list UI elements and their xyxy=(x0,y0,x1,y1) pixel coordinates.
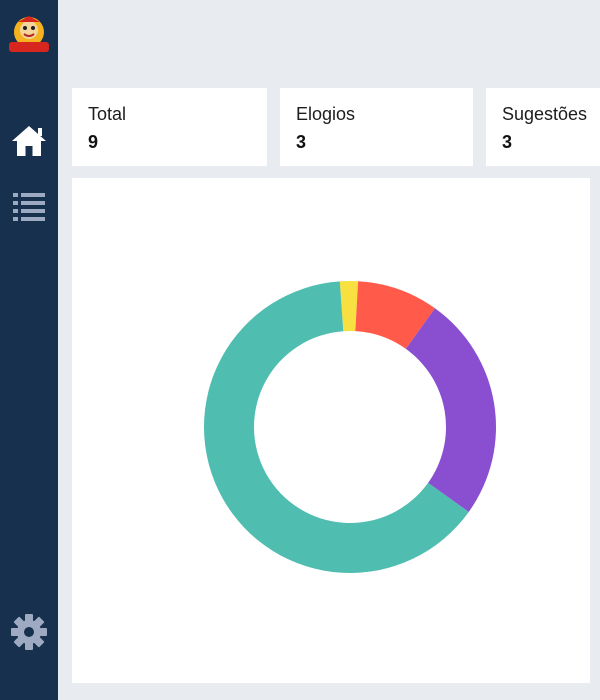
main-content: Total 9 Elogios 3 Sugestões 3 xyxy=(58,0,600,700)
sidebar-item-home[interactable] xyxy=(0,122,58,160)
donut-slice-2[interactable] xyxy=(405,308,497,512)
donut-chart xyxy=(204,281,497,573)
home-icon xyxy=(12,126,46,156)
sidebar-item-settings[interactable] xyxy=(0,612,58,652)
logo-graphic xyxy=(9,16,49,52)
stat-card-total[interactable]: Total 9 xyxy=(72,88,267,166)
kontaki-logo[interactable] xyxy=(6,12,52,58)
stat-label: Total xyxy=(88,104,127,124)
stat-value: 9 xyxy=(88,132,99,152)
stat-value: 3 xyxy=(296,132,307,152)
sidebar-item-list[interactable] xyxy=(0,190,58,222)
sidebar xyxy=(0,0,58,700)
list-icon xyxy=(13,193,45,221)
stat-value: 3 xyxy=(502,132,513,152)
gear-icon xyxy=(11,614,47,650)
stat-label: Elogios xyxy=(296,104,356,124)
stat-card-sugestoes[interactable]: Sugestões 3 xyxy=(486,88,600,166)
stat-label: Sugestões xyxy=(502,104,588,124)
chart-panel xyxy=(72,178,590,683)
stat-card-elogios[interactable]: Elogios 3 xyxy=(280,88,473,166)
